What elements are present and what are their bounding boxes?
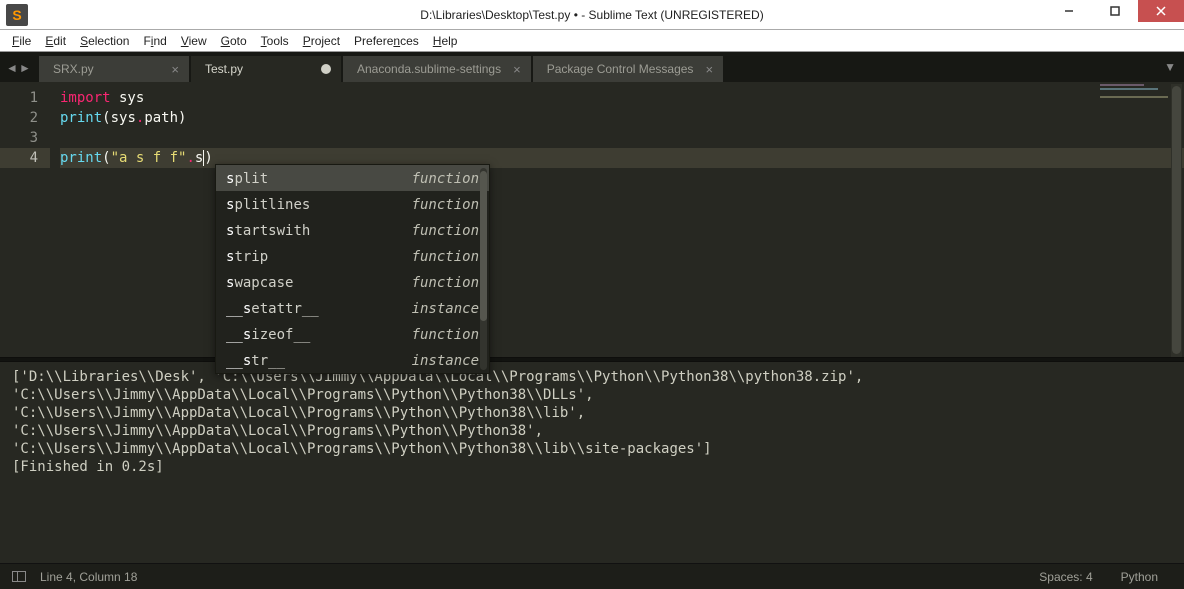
titlebar: S D:\Libraries\Desktop\Test.py • - Subli…	[0, 0, 1184, 30]
autocomplete-item[interactable]: __str__ instance	[216, 347, 489, 373]
identifier: sys	[111, 90, 145, 106]
menu-help[interactable]: Help	[427, 33, 464, 49]
operator: .	[186, 150, 194, 166]
keyword: import	[60, 90, 111, 106]
paren: )	[204, 150, 212, 166]
status-language[interactable]: Python	[1107, 570, 1172, 584]
tab-test[interactable]: Test.py	[191, 56, 341, 82]
tab-srx[interactable]: SRX.py ×	[39, 56, 189, 82]
paren: (	[102, 110, 110, 126]
autocomplete-popup[interactable]: splitfunction splitlinesfunction startsw…	[215, 164, 490, 374]
match: __s	[226, 301, 251, 317]
tab-nav: ◄ ►	[0, 61, 37, 73]
minimap[interactable]	[1100, 84, 1170, 146]
string: "a s f f"	[111, 150, 187, 166]
scrollbar-thumb[interactable]	[1172, 86, 1181, 354]
scrollbar-thumb[interactable]	[480, 171, 487, 321]
menu-preferences[interactable]: Preferences	[348, 33, 425, 49]
kind: function	[412, 193, 479, 215]
autocomplete-scrollbar[interactable]	[480, 168, 487, 370]
line-number: 2	[0, 108, 38, 128]
kind: function	[412, 219, 479, 241]
close-button[interactable]	[1138, 0, 1184, 22]
identifier: sys	[111, 110, 136, 126]
match: __s	[226, 327, 251, 343]
menu-goto[interactable]: Goto	[215, 33, 253, 49]
app-icon: S	[6, 4, 28, 26]
line-number: 3	[0, 128, 38, 148]
maximize-button[interactable]	[1092, 0, 1138, 22]
kind: function	[412, 245, 479, 267]
tab-prev-icon[interactable]: ◄	[6, 61, 18, 73]
menu-tools[interactable]: Tools	[255, 33, 295, 49]
kind: instance	[412, 297, 479, 319]
menu-edit[interactable]: Edit	[39, 33, 72, 49]
kind: function	[412, 167, 479, 189]
kind: function	[412, 271, 479, 293]
window-title: D:\Libraries\Desktop\Test.py • - Sublime…	[0, 8, 1184, 22]
completion: tr__	[251, 353, 285, 369]
tab-overflow-icon[interactable]: ▼	[1164, 60, 1176, 74]
identifier: path	[144, 110, 178, 126]
statusbar: Line 4, Column 18 Spaces: 4 Python	[0, 563, 1184, 589]
kind: instance	[412, 349, 479, 371]
completion: trip	[234, 249, 268, 265]
autocomplete-item[interactable]: startswithfunction	[216, 217, 489, 243]
tab-anaconda[interactable]: Anaconda.sublime-settings×	[343, 56, 531, 82]
line-number: 1	[0, 88, 38, 108]
paren: )	[178, 110, 186, 126]
autocomplete-item[interactable]: splitfunction	[216, 165, 489, 191]
autocomplete-item[interactable]: splitlinesfunction	[216, 191, 489, 217]
menu-project[interactable]: Project	[297, 33, 346, 49]
close-icon[interactable]: ×	[501, 62, 521, 77]
menu-selection[interactable]: Selection	[74, 33, 135, 49]
editor[interactable]: 1 2 3 4 import sys print(sys.path) print…	[0, 82, 1184, 357]
menubar: File Edit Selection Find View Goto Tools…	[0, 30, 1184, 52]
status-position: Line 4, Column 18	[40, 570, 137, 584]
tab-label: SRX.py	[53, 62, 94, 76]
kind: function	[412, 323, 479, 345]
tab-next-icon[interactable]: ►	[19, 61, 31, 73]
close-icon[interactable]: ×	[693, 62, 713, 77]
panel-switcher-icon[interactable]	[12, 571, 26, 582]
minimize-button[interactable]	[1046, 0, 1092, 22]
paren: (	[102, 150, 110, 166]
autocomplete-item[interactable]: stripfunction	[216, 243, 489, 269]
window-controls	[1046, 0, 1184, 30]
tab-label: Test.py	[205, 62, 243, 76]
completion: etattr__	[251, 301, 318, 317]
menu-view[interactable]: View	[175, 33, 213, 49]
completion: tartswith	[234, 223, 310, 239]
identifier: s	[195, 150, 203, 166]
menu-find[interactable]: Find	[137, 33, 172, 49]
function: print	[60, 110, 102, 126]
completion: plitlines	[234, 197, 310, 213]
completion: plit	[234, 171, 268, 187]
autocomplete-item[interactable]: swapcasefunction	[216, 269, 489, 295]
gutter: 1 2 3 4	[0, 82, 50, 357]
line-number: 4	[0, 148, 50, 168]
close-icon[interactable]: ×	[159, 62, 179, 77]
completion: wapcase	[234, 275, 293, 291]
tab-label: Anaconda.sublime-settings	[357, 62, 501, 76]
match: __s	[226, 353, 251, 369]
autocomplete-item[interactable]: __sizeof__ function	[216, 321, 489, 347]
editor-scrollbar[interactable]	[1171, 84, 1182, 357]
tab-row: ◄ ► SRX.py × Test.py Anaconda.sublime-set…	[0, 52, 1184, 82]
output-panel[interactable]: ['D:\\Libraries\\Desk', 'C:\\Users\\Jimm…	[0, 362, 1184, 562]
menu-file[interactable]: File	[6, 33, 37, 49]
completion: izeof__	[251, 327, 310, 343]
tab-package-control[interactable]: Package Control Messages×	[533, 56, 723, 82]
dirty-icon[interactable]	[321, 64, 331, 74]
status-spaces[interactable]: Spaces: 4	[1025, 570, 1106, 584]
tab-label: Package Control Messages	[547, 62, 694, 76]
autocomplete-item[interactable]: __setattr__ instance	[216, 295, 489, 321]
function: print	[60, 150, 102, 166]
